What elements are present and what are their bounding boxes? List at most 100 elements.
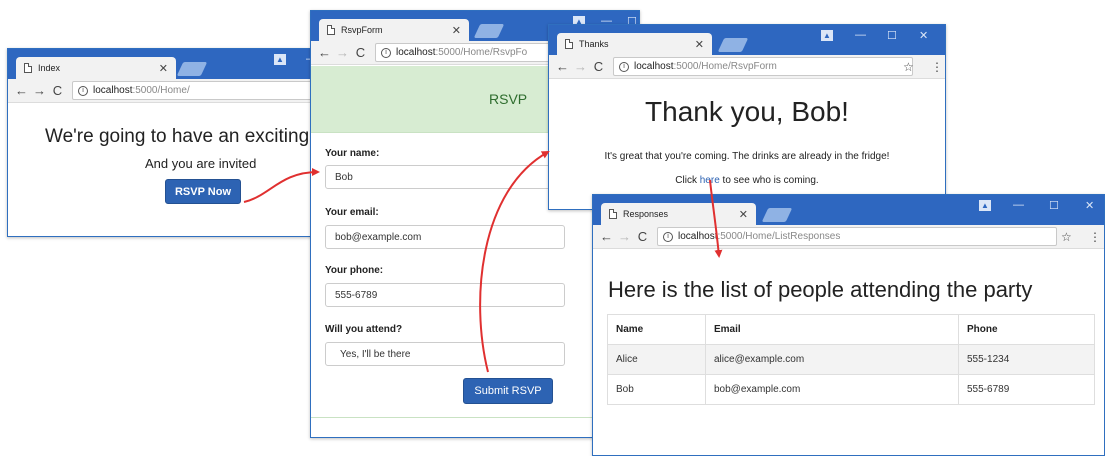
tab-index[interactable]: Index ✕ xyxy=(16,57,176,79)
maximize-icon[interactable]: ☐ xyxy=(887,29,897,42)
reload-icon[interactable]: C xyxy=(50,83,65,98)
email-field[interactable]: bob@example.com xyxy=(325,225,565,249)
cell-phone: 555-6789 xyxy=(958,374,1095,405)
submit-rsvp-button[interactable]: Submit RSVP xyxy=(463,378,553,404)
page-icon xyxy=(609,209,617,219)
page-content: We're going to have an exciting And you … xyxy=(8,104,346,236)
new-tab-button[interactable] xyxy=(717,38,749,52)
forward-icon[interactable]: → xyxy=(32,83,47,98)
url-host: localhost xyxy=(634,61,674,72)
info-icon: i xyxy=(663,231,673,242)
page-heading: We're going to have an exciting xyxy=(45,126,310,147)
back-icon[interactable]: ← xyxy=(14,83,29,98)
address-bar[interactable]: i localhost:5000/Home/RsvpForm xyxy=(613,57,913,76)
page-content: Thank you, Bob! It's great that you're c… xyxy=(549,80,945,209)
forward-icon[interactable]: → xyxy=(573,59,588,74)
address-bar[interactable]: i localhost:5000/Home/ xyxy=(72,81,332,100)
page-content: Here is the list of people attending the… xyxy=(593,250,1104,455)
page-icon xyxy=(24,63,32,73)
close-tab-icon[interactable]: ✕ xyxy=(159,62,168,75)
info-icon: i xyxy=(78,85,88,96)
cell-name: Alice xyxy=(607,344,706,375)
cell-email: bob@example.com xyxy=(705,374,959,405)
column-header-email: Email xyxy=(705,314,959,345)
menu-icon[interactable]: ⋮ xyxy=(931,60,943,74)
page-heading: Here is the list of people attending the… xyxy=(608,277,1033,302)
close-tab-icon[interactable]: ✕ xyxy=(739,208,748,221)
info-icon: i xyxy=(381,47,391,58)
window-index: Index ✕ ▲ — ← → C i localhost:5000/Home/… xyxy=(7,48,347,237)
url-host: localhost xyxy=(396,47,436,58)
thanks-message: It's great that you're coming. The drink… xyxy=(604,151,890,162)
back-icon[interactable]: ← xyxy=(599,229,614,244)
here-link[interactable]: here xyxy=(700,175,720,186)
tab-title: Index xyxy=(38,63,61,73)
back-icon[interactable]: ← xyxy=(555,59,570,74)
footer-divider xyxy=(311,417,639,418)
url-host: localhost xyxy=(678,231,718,242)
close-window-icon[interactable]: ✕ xyxy=(1085,199,1094,212)
attend-label: Will you attend? xyxy=(325,324,403,335)
click-suffix: to see who is coming. xyxy=(719,175,819,186)
minimize-icon[interactable]: — xyxy=(1013,199,1024,211)
phone-label: Your phone: xyxy=(325,265,384,276)
reload-icon[interactable]: C xyxy=(353,45,368,60)
url-path: :5000/Home/RsvpForm xyxy=(673,61,777,72)
info-icon: i xyxy=(619,61,629,72)
attend-select[interactable]: Yes, I'll be there xyxy=(325,342,565,366)
reload-icon[interactable]: C xyxy=(635,229,650,244)
url-host: localhost xyxy=(93,85,133,96)
bookmark-star-icon[interactable]: ☆ xyxy=(1061,230,1072,244)
title-bar: Thanks ✕ ▲ — ☐ ✕ xyxy=(549,25,945,55)
title-bar: Responses ✕ ▲ — ☐ ✕ xyxy=(593,195,1104,225)
name-field[interactable]: Bob xyxy=(325,165,565,189)
maximize-icon[interactable]: ☐ xyxy=(1049,199,1059,212)
cell-phone: 555-1234 xyxy=(958,344,1095,375)
new-tab-button[interactable] xyxy=(761,208,793,222)
forward-icon[interactable]: → xyxy=(335,45,350,60)
reload-icon[interactable]: C xyxy=(591,59,606,74)
column-header-name: Name xyxy=(607,314,706,345)
minimize-icon[interactable]: — xyxy=(855,29,866,41)
tab-rsvpform[interactable]: RsvpForm ✕ xyxy=(319,19,469,41)
page-icon xyxy=(565,39,573,49)
address-bar[interactable]: i localhost:5000/Home/ListResponses xyxy=(657,227,1057,246)
menu-icon[interactable]: ⋮ xyxy=(1089,230,1101,244)
bookmark-star-icon[interactable]: ☆ xyxy=(903,60,914,74)
see-who-line: Click here to see who is coming. xyxy=(549,175,945,186)
url-path: :5000/Home/ xyxy=(132,85,190,96)
browser-toolbar: ← → C i localhost:5000/Home/ xyxy=(8,79,346,103)
tab-responses[interactable]: Responses ✕ xyxy=(601,203,756,225)
new-tab-button[interactable] xyxy=(473,24,505,38)
name-label: Your name: xyxy=(325,148,380,159)
browser-toolbar: ← → C i localhost:5000/Home/ListResponse… xyxy=(593,225,1104,249)
rsvp-header-text: RSVP xyxy=(489,91,528,107)
phone-field[interactable]: 555-6789 xyxy=(325,283,565,307)
table-row: Alice alice@example.com 555-1234 xyxy=(607,344,1095,375)
click-prefix: Click xyxy=(675,175,700,186)
user-icon[interactable]: ▲ xyxy=(274,54,286,65)
close-window-icon[interactable]: ✕ xyxy=(919,29,928,42)
window-responses: Responses ✕ ▲ — ☐ ✕ ← → C i localhost:50… xyxy=(592,194,1105,456)
table-row: Bob bob@example.com 555-6789 xyxy=(607,374,1095,405)
column-header-phone: Phone xyxy=(958,314,1095,345)
cell-name: Bob xyxy=(607,374,706,405)
close-tab-icon[interactable]: ✕ xyxy=(695,38,704,51)
tab-thanks[interactable]: Thanks ✕ xyxy=(557,33,712,55)
title-bar: Index ✕ ▲ — xyxy=(8,49,346,79)
back-icon[interactable]: ← xyxy=(317,45,332,60)
email-label: Your email: xyxy=(325,207,379,218)
tab-title: RsvpForm xyxy=(341,25,383,35)
table-header-row: Name Email Phone xyxy=(607,314,1095,345)
close-tab-icon[interactable]: ✕ xyxy=(452,24,461,37)
page-heading: Thank you, Bob! xyxy=(645,96,849,127)
browser-toolbar: ← → C i localhost:5000/Home/RsvpForm ☆ ⋮ xyxy=(549,55,945,79)
new-tab-button[interactable] xyxy=(176,62,208,76)
tab-title: Responses xyxy=(623,209,669,219)
user-icon[interactable]: ▲ xyxy=(979,200,991,211)
rsvp-now-button[interactable]: RSVP Now xyxy=(165,179,241,204)
forward-icon[interactable]: → xyxy=(617,229,632,244)
page-subheading: And you are invited xyxy=(145,156,257,171)
user-icon[interactable]: ▲ xyxy=(821,30,833,41)
url-path: :5000/Home/ListResponses xyxy=(717,231,841,242)
